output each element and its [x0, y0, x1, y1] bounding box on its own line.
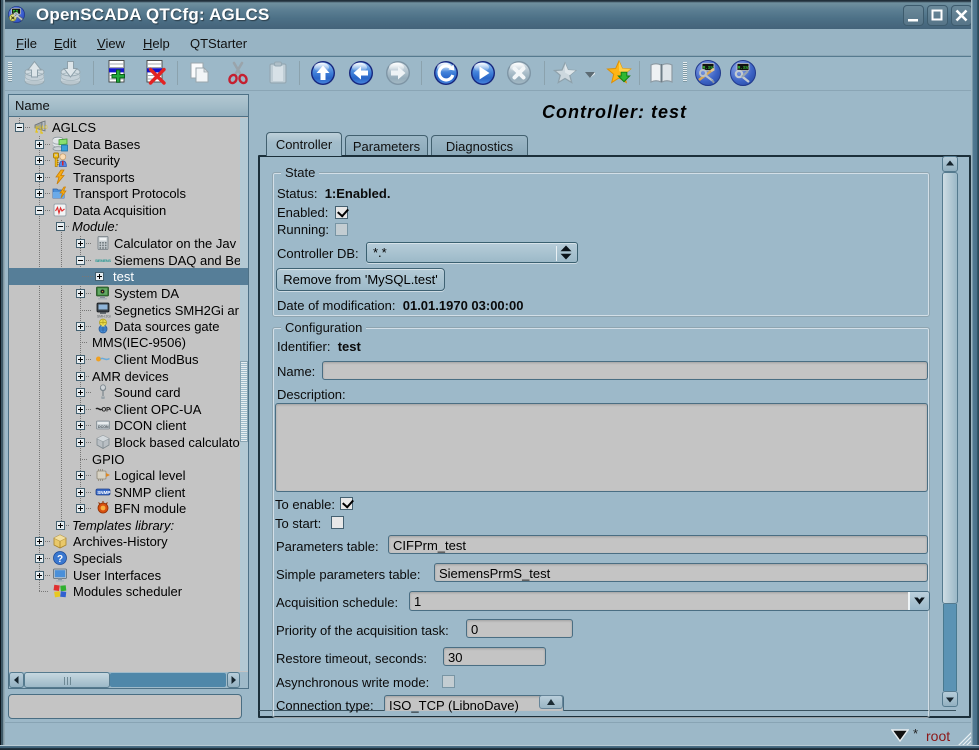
svg-text:OPC: OPC	[102, 408, 112, 414]
svg-text:DCON: DCON	[98, 425, 109, 429]
svg-text:SIEMENS: SIEMENS	[95, 258, 111, 263]
svg-text:SNMP: SNMP	[97, 490, 110, 495]
svg-text:?: ?	[57, 554, 63, 565]
